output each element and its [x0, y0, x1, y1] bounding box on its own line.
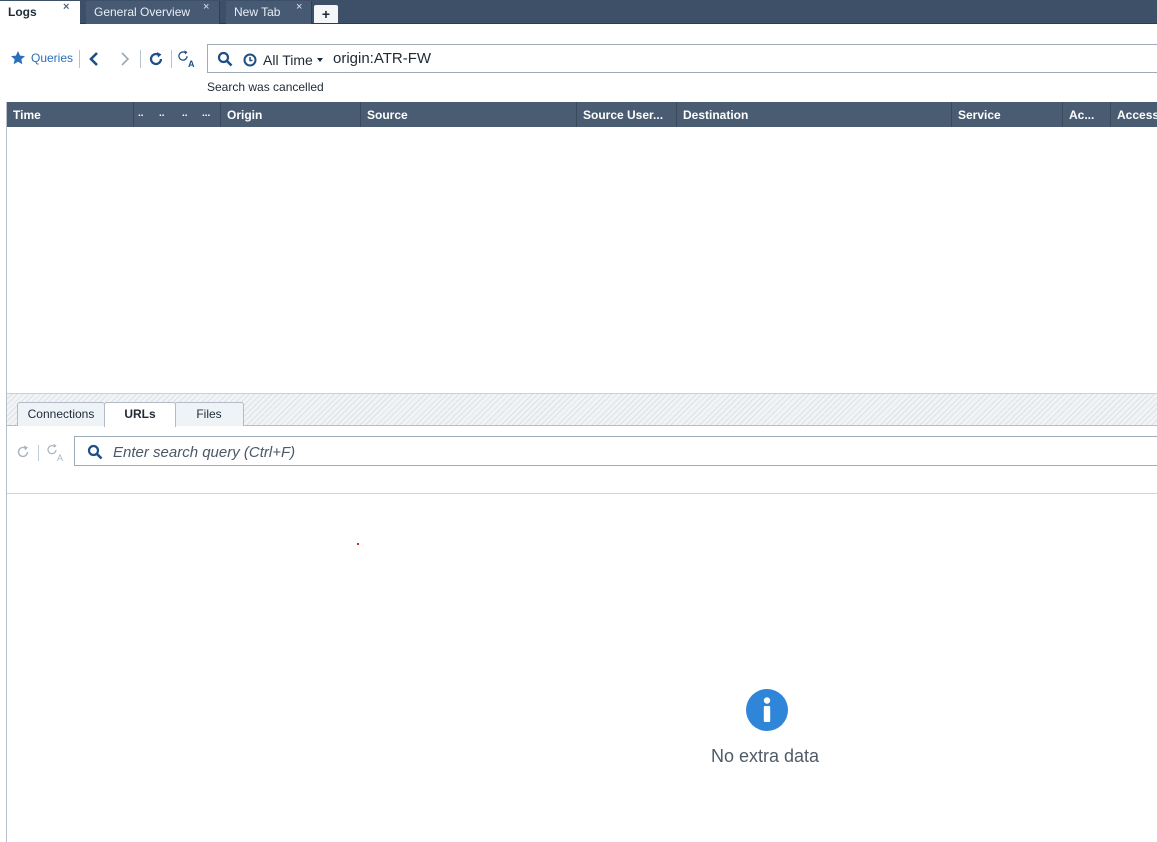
new-tab-button[interactable]: + — [314, 5, 338, 23]
details-search-box[interactable]: Enter search query (Ctrl+F) — [74, 436, 1157, 466]
refresh-icon — [149, 52, 163, 66]
separator — [38, 445, 39, 461]
tab-urls[interactable]: URLs — [104, 402, 176, 427]
separator — [79, 50, 80, 68]
queries-button[interactable]: Queries — [10, 50, 73, 66]
tab-strip: Logs × General Overview × New Tab × + — [0, 0, 1157, 24]
query-input[interactable]: origin:ATR-FW — [333, 50, 431, 67]
refresh-button[interactable] — [146, 49, 166, 69]
separator — [171, 50, 172, 68]
search-status: Search was cancelled — [207, 80, 324, 94]
forward-icon — [121, 52, 130, 66]
details-search-input[interactable]: Enter search query (Ctrl+F) — [113, 444, 295, 461]
time-range-dropdown[interactable]: All Time — [263, 52, 313, 68]
empty-state-message: No extra data — [711, 746, 820, 766]
column-header-access[interactable]: Access — [1117, 108, 1157, 122]
tab-files[interactable]: Files — [174, 402, 244, 426]
close-icon[interactable]: × — [63, 0, 69, 19]
column-divider[interactable] — [133, 102, 134, 127]
clock-icon — [243, 53, 257, 67]
tab-new-tab[interactable]: New Tab × — [226, 1, 312, 24]
auto-refresh-icon[interactable]: A — [47, 443, 67, 463]
refresh-icon[interactable] — [15, 444, 31, 460]
column-header-collapsed-4[interactable]: ... — [202, 108, 210, 119]
column-header-origin[interactable]: Origin — [227, 108, 262, 122]
log-grid-header: Time .. .. .. ... Origin Source Source U… — [6, 102, 1157, 127]
column-header-destination[interactable]: Destination — [683, 108, 748, 122]
column-divider[interactable] — [360, 102, 361, 127]
chevron-down-icon[interactable] — [317, 58, 323, 62]
tab-connections[interactable]: Connections — [17, 402, 105, 426]
column-divider[interactable] — [676, 102, 677, 127]
column-header-source-user[interactable]: Source User... — [583, 108, 663, 122]
star-icon — [11, 51, 25, 65]
back-icon — [89, 52, 98, 66]
back-button[interactable] — [84, 49, 104, 69]
column-divider[interactable] — [951, 102, 952, 127]
query-search-box[interactable]: All Time origin:ATR-FW — [207, 44, 1157, 73]
column-header-time[interactable]: Time — [13, 108, 41, 122]
column-header-source[interactable]: Source — [367, 108, 408, 122]
tab-general-overview[interactable]: General Overview × — [86, 1, 220, 24]
column-divider[interactable] — [1062, 102, 1063, 127]
forward-button[interactable] — [115, 49, 135, 69]
search-icon — [217, 51, 233, 67]
queries-label: Queries — [31, 51, 74, 65]
column-divider[interactable] — [1110, 102, 1111, 127]
tab-general-overview-label: General Overview — [94, 5, 191, 19]
red-dot — [357, 543, 359, 545]
column-header-collapsed-2[interactable]: .. — [159, 108, 165, 119]
log-grid-body[interactable] — [6, 127, 1157, 393]
search-icon — [87, 444, 103, 460]
column-divider[interactable] — [220, 102, 221, 127]
separator — [140, 50, 141, 68]
tab-new-tab-label: New Tab — [234, 5, 281, 19]
column-header-collapsed-1[interactable]: .. — [138, 108, 144, 119]
tab-logs-label: Logs — [8, 5, 37, 19]
column-header-action[interactable]: Ac... — [1069, 108, 1094, 122]
close-icon[interactable]: × — [296, 0, 302, 19]
tab-logs[interactable]: Logs × — [0, 1, 80, 24]
info-icon — [746, 689, 788, 731]
column-divider[interactable] — [576, 102, 577, 127]
query-toolbar: Queries A All Time origin:ATR-FW — [0, 40, 1157, 78]
column-header-service[interactable]: Service — [958, 108, 1001, 122]
close-icon[interactable]: × — [203, 0, 209, 19]
svg-text:A: A — [188, 59, 195, 69]
column-header-collapsed-3[interactable]: .. — [182, 108, 188, 119]
auto-refresh-icon: A — [178, 50, 195, 69]
svg-text:A: A — [57, 453, 63, 463]
auto-refresh-button[interactable]: A — [178, 49, 198, 69]
